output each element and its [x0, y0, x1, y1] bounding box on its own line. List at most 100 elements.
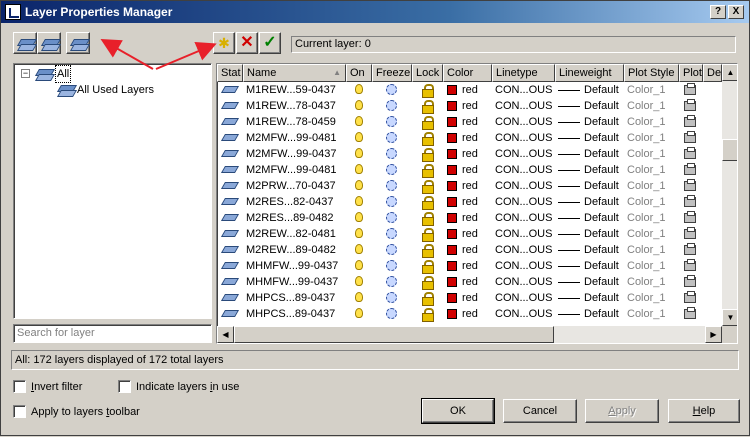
col-status[interactable]: Stat	[217, 64, 243, 82]
table-row[interactable]: MHPCS...89-0437 red CON...OUS Default Color_…	[217, 290, 722, 306]
unlock-icon[interactable]	[422, 84, 434, 98]
lightbulb-icon[interactable]	[355, 212, 363, 222]
color-swatch[interactable]	[447, 85, 457, 95]
sun-icon[interactable]	[386, 100, 397, 111]
layer-lineweight[interactable]: Default	[584, 162, 624, 178]
table-row[interactable]: MHPCS...89-0437 red CON...OUS Default Color_…	[217, 306, 722, 322]
unlock-icon[interactable]	[422, 244, 434, 258]
sun-icon[interactable]	[386, 292, 397, 303]
table-row[interactable]: M1REW...59-0437 red CON...OUS Default Color_…	[217, 82, 722, 98]
layer-color[interactable]: red	[462, 210, 490, 226]
layer-lineweight[interactable]: Default	[584, 306, 624, 322]
color-swatch[interactable]	[447, 165, 457, 175]
layer-states-manager-button[interactable]	[66, 32, 90, 54]
scroll-down-arrow-icon[interactable]: ▼	[722, 309, 737, 326]
col-on[interactable]: On	[346, 64, 372, 82]
layer-lineweight[interactable]: Default	[584, 194, 624, 210]
unlock-icon[interactable]	[422, 260, 434, 274]
table-row[interactable]: M2REW...82-0481 red CON...OUS Default Color_…	[217, 226, 722, 242]
color-swatch[interactable]	[447, 245, 457, 255]
printer-icon[interactable]	[684, 147, 696, 159]
printer-icon[interactable]	[684, 195, 696, 207]
col-freeze[interactable]: Freeze	[372, 64, 412, 82]
scroll-left-arrow-icon[interactable]: ◀	[217, 326, 234, 343]
scroll-up-arrow-icon[interactable]: ▲	[722, 64, 737, 81]
layer-color[interactable]: red	[462, 258, 490, 274]
unlock-icon[interactable]	[422, 164, 434, 178]
layer-color[interactable]: red	[462, 274, 490, 290]
help-button[interactable]: Help	[668, 399, 740, 423]
layer-linetype[interactable]: CON...OUS	[495, 98, 553, 114]
table-row[interactable]: M1REW...78-0437 red CON...OUS Default Color_…	[217, 98, 722, 114]
color-swatch[interactable]	[447, 117, 457, 127]
new-property-filter-button[interactable]	[13, 32, 37, 54]
lightbulb-icon[interactable]	[355, 292, 363, 302]
horizontal-scrollbar[interactable]: ◀ ▶	[217, 326, 722, 343]
table-row[interactable]: M2MFW...99-0437 red CON...OUS Default Color_…	[217, 146, 722, 162]
lightbulb-icon[interactable]	[355, 244, 363, 254]
layer-linetype[interactable]: CON...OUS	[495, 290, 553, 306]
layer-linetype[interactable]: CON...OUS	[495, 226, 553, 242]
table-row[interactable]: M2MFW...99-0481 red CON...OUS Default Color_…	[217, 162, 722, 178]
lightbulb-icon[interactable]	[355, 100, 363, 110]
layer-lineweight[interactable]: Default	[584, 274, 624, 290]
layer-color[interactable]: red	[462, 162, 490, 178]
table-row[interactable]: M1REW...78-0459 red CON...OUS Default Color_…	[217, 114, 722, 130]
layer-color[interactable]: red	[462, 290, 490, 306]
layer-color[interactable]: red	[462, 242, 490, 258]
sun-icon[interactable]	[386, 148, 397, 159]
layer-linetype[interactable]: CON...OUS	[495, 114, 553, 130]
layer-lineweight[interactable]: Default	[584, 178, 624, 194]
layer-linetype[interactable]: CON...OUS	[495, 82, 553, 98]
layer-color[interactable]: red	[462, 82, 490, 98]
horizontal-scroll-thumb[interactable]	[234, 326, 554, 343]
color-swatch[interactable]	[447, 133, 457, 143]
table-row[interactable]: MHMFW...99-0437 red CON...OUS Default Color_…	[217, 258, 722, 274]
apply-button[interactable]: Apply	[585, 399, 659, 423]
lightbulb-icon[interactable]	[355, 276, 363, 286]
sun-icon[interactable]	[386, 244, 397, 255]
color-swatch[interactable]	[447, 181, 457, 191]
filter-tree[interactable]: − All All Used Layers	[13, 63, 212, 319]
layer-lineweight[interactable]: Default	[584, 146, 624, 162]
printer-icon[interactable]	[684, 211, 696, 223]
set-current-button[interactable]: ✓	[259, 32, 281, 54]
col-color[interactable]: Color	[443, 64, 492, 82]
unlock-icon[interactable]	[422, 116, 434, 130]
layer-color[interactable]: red	[462, 306, 490, 322]
sun-icon[interactable]	[386, 132, 397, 143]
layer-linetype[interactable]: CON...OUS	[495, 306, 553, 322]
layer-color[interactable]: red	[462, 194, 490, 210]
apply-toolbar-checkbox[interactable]	[13, 405, 26, 418]
layer-lineweight[interactable]: Default	[584, 226, 624, 242]
color-swatch[interactable]	[447, 213, 457, 223]
layer-color[interactable]: red	[462, 130, 490, 146]
printer-icon[interactable]	[684, 227, 696, 239]
layer-lineweight[interactable]: Default	[584, 210, 624, 226]
tree-item-all[interactable]: − All	[14, 65, 204, 83]
layer-lineweight[interactable]: Default	[584, 242, 624, 258]
color-swatch[interactable]	[447, 293, 457, 303]
unlock-icon[interactable]	[422, 292, 434, 306]
lightbulb-icon[interactable]	[355, 84, 363, 94]
sun-icon[interactable]	[386, 196, 397, 207]
title-bar[interactable]: Layer Properties Manager ? X	[1, 1, 749, 23]
layer-list[interactable]: Stat Name ▲ On Freeze Lock Color Linetype…	[216, 63, 738, 344]
layer-linetype[interactable]: CON...OUS	[495, 162, 553, 178]
layer-color[interactable]: red	[462, 98, 490, 114]
layer-linetype[interactable]: CON...OUS	[495, 178, 553, 194]
color-swatch[interactable]	[447, 229, 457, 239]
lightbulb-icon[interactable]	[355, 164, 363, 174]
col-lock[interactable]: Lock	[412, 64, 443, 82]
printer-icon[interactable]	[684, 243, 696, 255]
unlock-icon[interactable]	[422, 276, 434, 290]
col-linetype[interactable]: Linetype	[492, 64, 555, 82]
help-title-button[interactable]: ?	[710, 5, 726, 19]
sun-icon[interactable]	[386, 228, 397, 239]
new-group-filter-button[interactable]	[37, 32, 61, 54]
printer-icon[interactable]	[684, 179, 696, 191]
sun-icon[interactable]	[386, 180, 397, 191]
vertical-scroll-thumb[interactable]	[722, 139, 737, 161]
sun-icon[interactable]	[386, 308, 397, 319]
lightbulb-icon[interactable]	[355, 132, 363, 142]
